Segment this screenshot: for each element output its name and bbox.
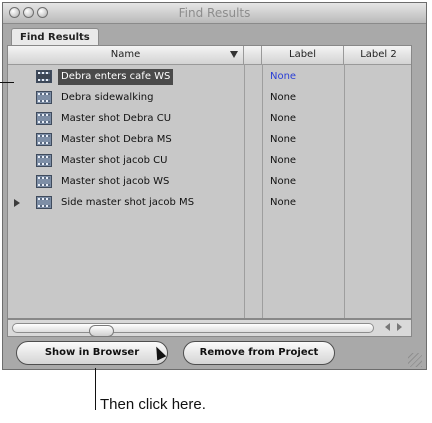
clip-name: Master shot Debra CU — [61, 113, 172, 124]
callout-line — [95, 368, 96, 410]
clip-label: None — [270, 134, 297, 145]
table-header: Name Label Label 2 — [8, 46, 411, 65]
clip-label: None — [270, 197, 297, 208]
clip-name: Master shot jacob CU — [61, 155, 168, 166]
clip-icon — [36, 175, 52, 188]
show-in-browser-button[interactable]: Show in Browser — [16, 341, 168, 365]
clip-name: Master shot jacob WS — [61, 176, 170, 187]
clip-name: Master shot Debra MS — [61, 134, 172, 145]
window-title: Find Results — [178, 6, 251, 20]
clip-label: None — [270, 155, 297, 166]
tab-find-results[interactable]: Find Results — [11, 28, 99, 46]
scroll-track[interactable] — [12, 323, 374, 337]
horizontal-scrollbar[interactable] — [7, 319, 412, 337]
clip-icon — [36, 154, 52, 167]
scroll-left-icon[interactable] — [385, 323, 390, 331]
disclosure-triangle-icon[interactable] — [14, 199, 20, 207]
column-header-label2[interactable]: Label 2 — [344, 46, 411, 64]
clip-name: Side master shot jacob MS — [61, 197, 195, 208]
table-row[interactable]: Debra enters cafe WS None — [8, 67, 411, 88]
column-header-spacer — [244, 46, 262, 64]
sort-descending-icon[interactable] — [230, 51, 238, 58]
results-table: Name Label Label 2 Debra enters cafe WS N… — [7, 45, 412, 319]
clip-label: None — [270, 113, 297, 124]
table-row[interactable]: Master shot jacob WS None — [8, 172, 411, 193]
table-row[interactable]: Side master shot jacob MS None — [8, 193, 411, 214]
clip-icon — [36, 133, 52, 146]
resize-grip-icon[interactable] — [408, 353, 422, 367]
scroll-thumb[interactable] — [89, 325, 114, 337]
clip-icon — [36, 112, 52, 125]
callout-line — [0, 82, 14, 83]
find-results-window: Find Results Find Results Name Label Lab… — [2, 2, 427, 370]
table-row[interactable]: Master shot Debra CU None — [8, 109, 411, 130]
clip-label: None — [270, 176, 297, 187]
title-bar[interactable]: Find Results — [3, 3, 426, 24]
column-header-name[interactable]: Name — [8, 46, 244, 64]
clip-name: Debra enters cafe WS — [58, 69, 174, 85]
table-row[interactable]: Master shot Debra MS None — [8, 130, 411, 151]
column-header-name-label: Name — [110, 49, 141, 60]
table-row[interactable]: Master shot jacob CU None — [8, 151, 411, 172]
clip-icon — [36, 91, 52, 104]
clip-label: None — [270, 92, 297, 103]
remove-from-project-button[interactable]: Remove from Project — [183, 341, 335, 365]
table-row[interactable]: Debra sidewalking None — [8, 88, 411, 109]
clip-icon — [36, 196, 52, 209]
clip-label: None — [270, 71, 297, 82]
column-header-label[interactable]: Label — [262, 46, 344, 64]
callout-text: Then click here. — [100, 396, 206, 413]
scroll-right-icon[interactable] — [397, 323, 402, 331]
clip-name: Debra sidewalking — [61, 92, 154, 103]
clip-icon — [36, 70, 52, 83]
